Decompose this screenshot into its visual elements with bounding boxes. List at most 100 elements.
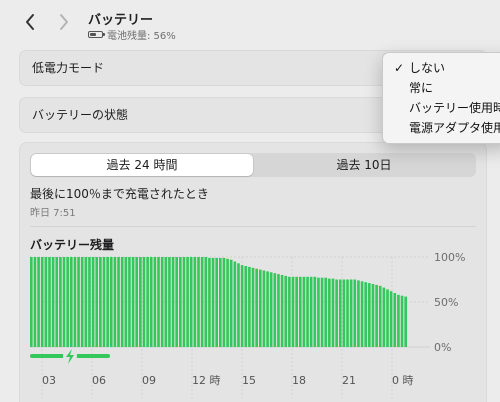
battery-level-bar (204, 257, 208, 347)
battery-level-bar (153, 257, 157, 347)
battery-level-bar (255, 268, 258, 347)
y-tick-label: 100% (434, 251, 465, 264)
battery-level-bar (106, 257, 109, 347)
battery-level-bar (349, 279, 353, 347)
battery-level-bar (146, 257, 149, 347)
battery-level-bar (342, 279, 346, 347)
back-button[interactable] (20, 11, 40, 33)
battery-level-bar (375, 284, 378, 347)
battery-level-bar (393, 293, 397, 347)
battery-level-bar (280, 275, 284, 347)
battery-level-bar (211, 257, 215, 347)
battery-level-bar (309, 276, 313, 347)
battery-level-bar (266, 271, 269, 347)
battery-level-bar (48, 257, 51, 347)
menu-item-always[interactable]: 常に (383, 78, 500, 98)
battery-level-bar (382, 287, 386, 347)
battery-level-bar (324, 277, 328, 347)
battery-level-bar (55, 257, 59, 347)
battery-level-bar (368, 283, 371, 347)
battery-level-bar (284, 275, 288, 347)
battery-level-bar (317, 277, 320, 347)
battery-level-bar (233, 261, 237, 347)
battery-level-bar (44, 257, 48, 347)
battery-level-bar (95, 257, 99, 347)
battery-level-bar (102, 257, 106, 347)
page-title: バッテリー (88, 13, 154, 28)
battery-level-bar (386, 289, 389, 347)
battery-level-bar (215, 257, 218, 347)
battery-level-bar (157, 257, 160, 347)
battery-level-bar (182, 257, 186, 347)
battery-level-bar (171, 257, 175, 347)
battery-level-bar (258, 269, 262, 347)
battery-level-bar (295, 276, 298, 347)
battery-level-bar (189, 257, 193, 347)
battery-level-bar (120, 257, 124, 347)
battery-level-bar (131, 257, 135, 347)
battery-level-bar (237, 263, 240, 347)
battery-level-bar (40, 257, 44, 347)
battery-level-bar (313, 276, 317, 347)
battery-level-bar (77, 257, 80, 347)
battery-level-bar (179, 257, 182, 347)
x-tick-label: 18 (292, 374, 306, 387)
y-tick-label: 50% (434, 296, 458, 309)
battery-level-bar (273, 273, 277, 347)
battery-health-label: バッテリーの状態 (32, 108, 129, 122)
battery-level-text: 電池残量: 56% (107, 31, 176, 42)
battery-level-bar (186, 257, 189, 347)
checkmark-icon: ✓ (394, 61, 405, 75)
battery-level-bar (88, 257, 91, 347)
battery-level-bar (84, 257, 88, 347)
battery-level-bar (338, 279, 342, 347)
battery-level-bar (164, 257, 168, 347)
forward-button[interactable] (54, 11, 74, 33)
battery-level-bar (124, 257, 128, 347)
battery-level-bar (277, 274, 280, 347)
battery-level-bar (320, 277, 324, 347)
low-power-mode-dropdown-menu: ✓ しない 常に バッテリー使用時 電源アダプタ使用時 (382, 52, 500, 144)
battery-level-bar (117, 257, 120, 347)
battery-level-bar (262, 270, 266, 347)
x-tick-label: 06 (92, 374, 106, 387)
battery-icon (88, 31, 105, 38)
battery-level-bar (331, 278, 335, 347)
battery-level-bar (389, 291, 393, 347)
toolbar: バッテリー 電池残量: 56% (0, 0, 500, 44)
menu-item-on-battery[interactable]: バッテリー使用時 (383, 98, 500, 118)
battery-level-bar (160, 257, 164, 347)
x-tick-label: 03 (42, 374, 56, 387)
battery-level-status: 電池残量: 56% (88, 27, 176, 42)
battery-level-bar (378, 285, 382, 347)
low-power-mode-label: 低電力モード (32, 61, 105, 75)
battery-level-bar (62, 257, 66, 347)
y-tick-label: 0% (434, 341, 451, 354)
battery-level-bar (149, 257, 153, 347)
x-tick-label: 09 (142, 374, 156, 387)
battery-level-bar (404, 296, 407, 347)
menu-item-on-power-adapter[interactable]: 電源アダプタ使用時 (383, 118, 500, 138)
battery-level-bar (69, 257, 73, 347)
x-tick-label: 21 (342, 374, 356, 387)
battery-level-bar (291, 276, 295, 347)
battery-level-bar (30, 257, 33, 347)
chevron-left-icon (26, 14, 34, 30)
battery-level-bar (335, 279, 338, 347)
battery-level-bar (197, 257, 200, 347)
battery-level-bar (364, 282, 367, 347)
battery-level-bar (302, 276, 306, 347)
battery-level-bar (142, 257, 146, 347)
battery-usage-card: 過去 24 時間 過去 10日 最後に100％まで充電されたとき 昨日 7:51… (19, 142, 487, 402)
battery-level-bar (168, 257, 171, 347)
battery-level-bar (346, 279, 349, 347)
battery-level-bar (226, 258, 229, 347)
battery-level-bar (128, 257, 131, 347)
battery-level-bar (33, 257, 37, 347)
battery-level-bar (208, 257, 211, 347)
battery-level-bar (371, 284, 375, 347)
battery-level-bar (269, 272, 273, 347)
battery-level-bar (51, 257, 55, 347)
battery-level-bar (400, 295, 404, 347)
menu-item-never[interactable]: ✓ しない (383, 58, 500, 78)
